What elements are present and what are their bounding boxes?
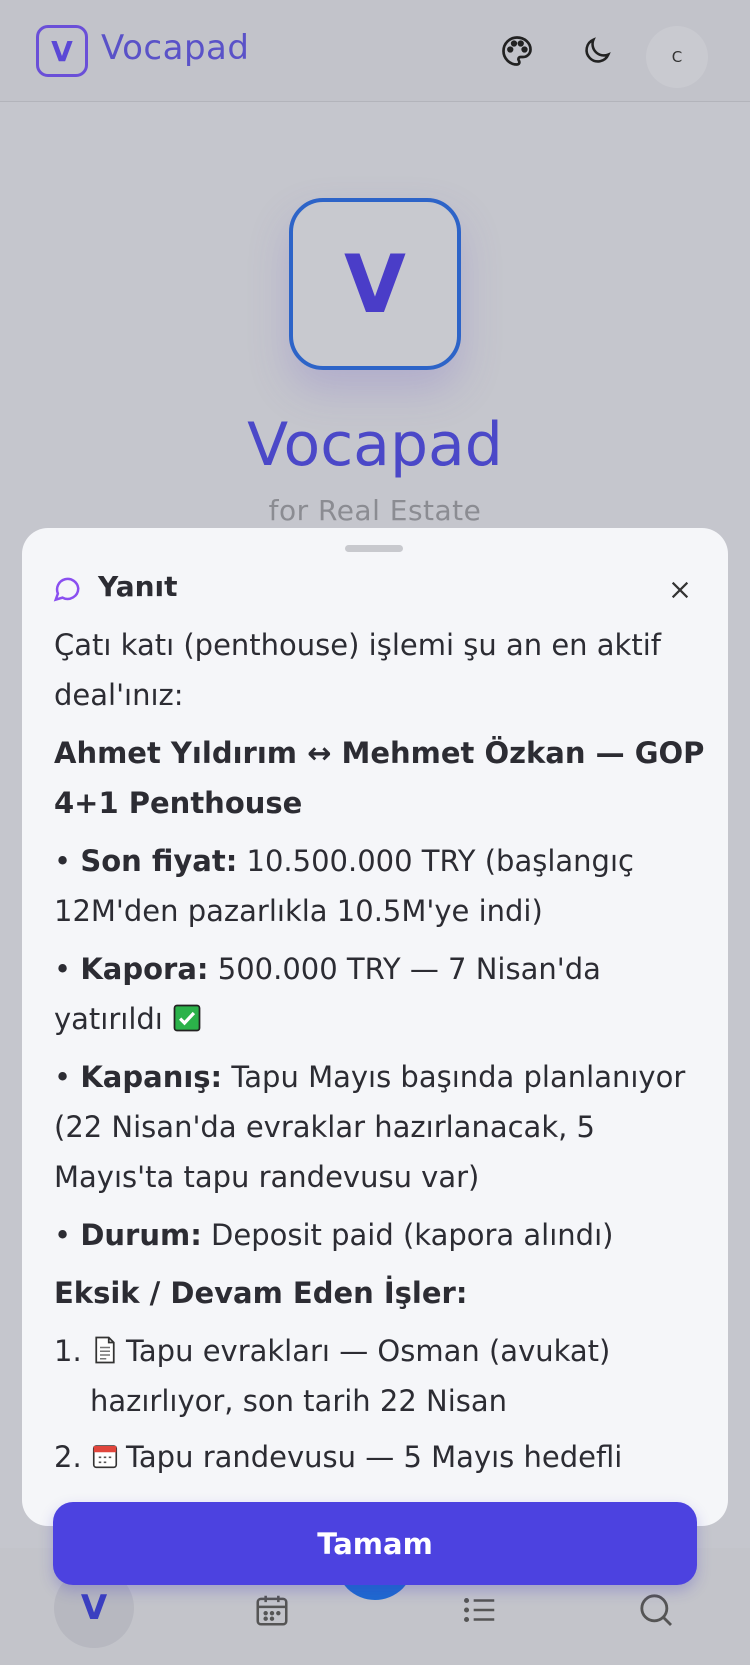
intro-text: Çatı katı (penthouse) işlemi şu an en ak… bbox=[54, 628, 661, 712]
palette-icon[interactable] bbox=[492, 26, 542, 76]
moon-icon[interactable] bbox=[572, 26, 622, 76]
deal-title: Ahmet Yıldırım ↔ Mehmet Özkan — GOP 4+1 … bbox=[54, 736, 705, 820]
sheet-title: Yanıt bbox=[98, 570, 178, 603]
calendar-emoji-icon bbox=[92, 1445, 118, 1469]
task-item: 1. Tapu evrakları — Osman (avukat) hazır… bbox=[54, 1334, 611, 1418]
brand-name: Vocapad bbox=[101, 28, 250, 68]
task-item: 2. Tapu randevusu — 5 Mayıs hedefli bbox=[54, 1440, 623, 1474]
ok-button[interactable]: Tamam bbox=[53, 1502, 697, 1585]
bullet-item: • Kapanış: Tapu Mayıs başında planlanıyo… bbox=[54, 1060, 686, 1194]
drag-handle[interactable] bbox=[345, 545, 403, 552]
bullet-item: • Durum: Deposit paid (kapora alındı) bbox=[54, 1218, 614, 1252]
document-icon bbox=[95, 1336, 115, 1364]
bullet-item: • Kapora: 500.000 TRY — 7 Nisan'da yatır… bbox=[54, 952, 601, 1036]
close-button[interactable] bbox=[658, 568, 702, 612]
sheet-header: Yanıt bbox=[52, 568, 702, 612]
bullet-item: • Son fiyat: 10.500.000 TRY (başlangıç 1… bbox=[54, 844, 634, 928]
app-logo[interactable]: V bbox=[36, 25, 88, 77]
response-content: Çatı katı (penthouse) işlemi şu an en ak… bbox=[54, 620, 714, 1498]
check-icon bbox=[173, 1004, 201, 1032]
response-sheet: Yanıt Çatı katı (penthouse) işlemi şu an… bbox=[22, 528, 728, 1526]
chat-icon bbox=[53, 577, 80, 602]
hero-title: Vocapad bbox=[247, 410, 503, 480]
close-icon bbox=[671, 581, 689, 599]
top-bar: V Vocapad C bbox=[0, 0, 750, 102]
section-title: Eksik / Devam Eden İşler: bbox=[54, 1276, 468, 1310]
hero-subtitle: for Real Estate bbox=[268, 494, 482, 527]
avatar[interactable]: C bbox=[646, 26, 708, 88]
hero-logo: V bbox=[289, 198, 461, 370]
